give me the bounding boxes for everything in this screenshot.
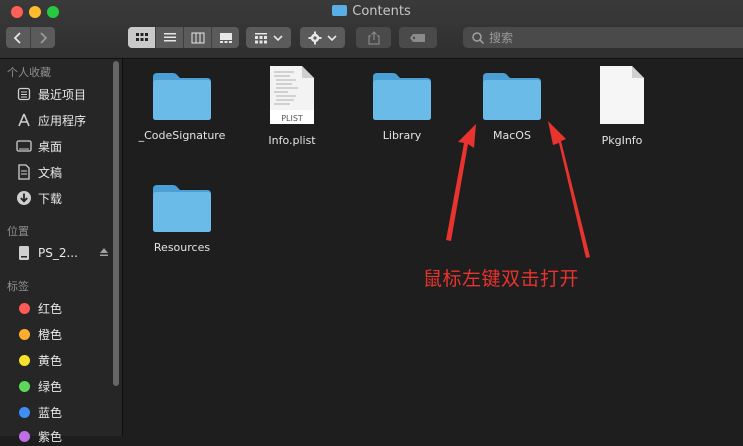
annotation-arrows (446, 121, 590, 258)
arrow-right (548, 121, 590, 258)
annotation-text: 鼠标左键双击打开 (423, 268, 580, 290)
arrow-left (446, 124, 476, 241)
